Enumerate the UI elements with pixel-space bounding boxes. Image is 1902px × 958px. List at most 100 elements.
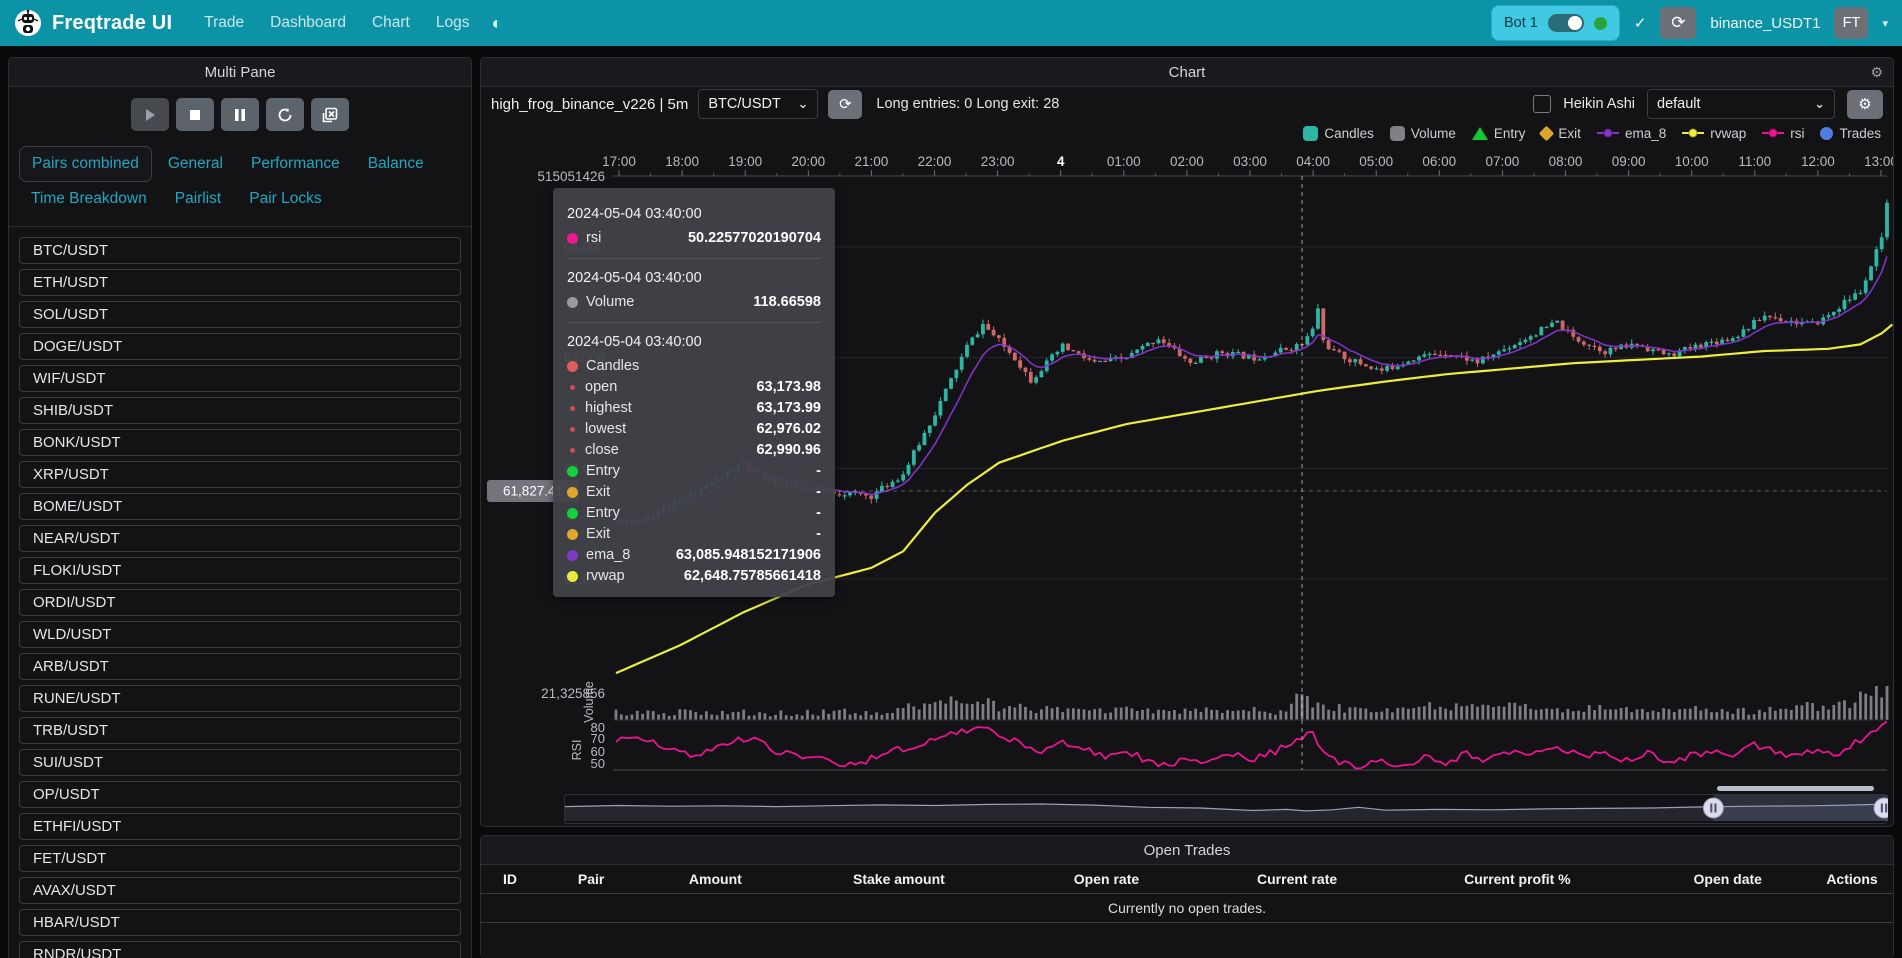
tooltip-series-value: -	[816, 503, 821, 524]
tab-time-breakdown[interactable]: Time Breakdown	[19, 182, 159, 216]
pair-item-avax-usdt[interactable]: AVAX/USDT	[19, 877, 461, 904]
legend-marker-line	[1597, 132, 1619, 134]
pair-item-xrp-usdt[interactable]: XRP/USDT	[19, 461, 461, 488]
series-dot-icon	[570, 406, 575, 411]
chart-refresh-button[interactable]: ⟳	[828, 90, 862, 119]
pair-item-rune-usdt[interactable]: RUNE/USDT	[19, 685, 461, 712]
column-header-current-profit-%[interactable]: Current profit %	[1390, 871, 1644, 887]
legend-marker-square	[1390, 126, 1405, 141]
reload-bot-button[interactable]: ⟳	[1660, 7, 1696, 39]
tooltip-section: 2024-05-04 03:40:00Volume118.66598	[567, 258, 821, 313]
tooltip-series-label: rsi	[586, 228, 601, 249]
tab-balance[interactable]: Balance	[356, 147, 436, 181]
bot-status-dot	[1594, 17, 1607, 30]
pair-item-btc-usdt[interactable]: BTC/USDT	[19, 237, 461, 264]
legend-rvwap[interactable]: rvwap	[1682, 126, 1746, 141]
tooltip-series-label: Volume	[586, 292, 634, 313]
pair-item-ethfi-usdt[interactable]: ETHFI/USDT	[19, 813, 461, 840]
brand[interactable]: Freqtrade UI	[14, 9, 172, 37]
nav-item-trade[interactable]: Trade	[204, 14, 244, 32]
sidebar-tabs: Pairs combinedGeneralPerformanceBalance …	[9, 140, 471, 218]
open-trades-header: Open Trades	[481, 836, 1893, 865]
heikin-ashi-checkbox[interactable]	[1533, 95, 1551, 113]
chevron-down-icon: ⌄	[797, 96, 808, 112]
svg-text:10:00: 10:00	[1675, 154, 1709, 169]
pair-item-ordi-usdt[interactable]: ORDI/USDT	[19, 589, 461, 616]
tooltip-series-value: -	[816, 482, 821, 503]
tooltip-row: Candles	[567, 356, 821, 377]
legend-label: rvwap	[1710, 126, 1746, 141]
zoom-scroll-thumb[interactable]	[1717, 786, 1874, 791]
play-button[interactable]	[131, 98, 169, 131]
column-header-pair[interactable]: Pair	[540, 871, 642, 887]
refresh-icon: ⟳	[839, 95, 852, 113]
legend-rsi[interactable]: rsi	[1762, 126, 1804, 141]
tab-performance[interactable]: Performance	[239, 147, 352, 181]
column-header-open-date[interactable]: Open date	[1644, 871, 1811, 887]
avatar[interactable]: FT	[1834, 7, 1868, 39]
pair-item-rndr-usdt[interactable]: RNDR/USDT	[19, 941, 461, 958]
plot-config-select[interactable]: default ⌄	[1647, 89, 1835, 119]
pair-item-arb-usdt[interactable]: ARB/USDT	[19, 653, 461, 680]
close-multipane-button[interactable]	[311, 98, 349, 131]
pair-item-bome-usdt[interactable]: BOME/USDT	[19, 493, 461, 520]
legend-label: Trades	[1839, 126, 1881, 141]
column-header-actions[interactable]: Actions	[1811, 871, 1893, 887]
pair-item-bonk-usdt[interactable]: BONK/USDT	[19, 429, 461, 456]
bot-toggle[interactable]	[1548, 14, 1584, 32]
panel-gear-icon[interactable]: ⚙	[1870, 64, 1883, 81]
pair-item-eth-usdt[interactable]: ETH/USDT	[19, 269, 461, 296]
zoom-slider[interactable]	[564, 794, 1887, 824]
pair-item-fet-usdt[interactable]: FET/USDT	[19, 845, 461, 872]
column-header-id[interactable]: ID	[481, 871, 540, 887]
nav-item-logs[interactable]: Logs	[436, 14, 470, 32]
tab-pair-locks[interactable]: Pair Locks	[237, 182, 333, 216]
legend-candles[interactable]: Candles	[1303, 126, 1374, 141]
pair-item-hbar-usdt[interactable]: HBAR/USDT	[19, 909, 461, 936]
nav-item-dashboard[interactable]: Dashboard	[270, 14, 346, 32]
pair-item-op-usdt[interactable]: OP/USDT	[19, 781, 461, 808]
pair-item-floki-usdt[interactable]: FLOKI/USDT	[19, 557, 461, 584]
open-trades-panel: Open Trades IDPairAmountStake amountOpen…	[480, 835, 1894, 958]
column-header-open-rate[interactable]: Open rate	[1009, 871, 1204, 887]
pair-item-wld-usdt[interactable]: WLD/USDT	[19, 621, 461, 648]
tab-general[interactable]: General	[156, 147, 235, 181]
chevron-down-icon[interactable]: ▾	[1882, 17, 1888, 30]
tooltip-row: Entry -	[567, 503, 821, 524]
legend-volume[interactable]: Volume	[1390, 126, 1456, 141]
pair-item-trb-usdt[interactable]: TRB/USDT	[19, 717, 461, 744]
column-header-amount[interactable]: Amount	[642, 871, 789, 887]
stop-icon	[189, 109, 201, 121]
legend-exit[interactable]: Exit	[1541, 126, 1581, 141]
legend-label: Entry	[1494, 126, 1526, 141]
tooltip-row: Exit-	[567, 524, 821, 545]
reload-button[interactable]	[266, 98, 304, 131]
tooltip-series-label: Entry	[586, 503, 620, 524]
legend-label: ema_8	[1625, 126, 1666, 141]
tab-pairlist[interactable]: Pairlist	[163, 182, 234, 216]
series-dot-icon	[570, 385, 575, 390]
tabs-row-2: Time BreakdownPairlistPair Locks	[19, 182, 461, 216]
bot-selector[interactable]: Bot 1	[1491, 5, 1620, 41]
pair-item-shib-usdt[interactable]: SHIB/USDT	[19, 397, 461, 424]
nav-item-chart[interactable]: Chart	[372, 14, 410, 32]
column-header-current-rate[interactable]: Current rate	[1204, 871, 1390, 887]
theme-toggle-icon[interactable]: ◐	[491, 13, 502, 34]
pair-item-sol-usdt[interactable]: SOL/USDT	[19, 301, 461, 328]
column-header-stake-amount[interactable]: Stake amount	[789, 871, 1009, 887]
pair-item-sui-usdt[interactable]: SUI/USDT	[19, 749, 461, 776]
tooltip-series-label: highest	[585, 398, 632, 419]
stop-button[interactable]	[176, 98, 214, 131]
plot-settings-button[interactable]: ⚙	[1847, 90, 1883, 119]
legend-ema_8[interactable]: ema_8	[1597, 126, 1666, 141]
pause-button[interactable]	[221, 98, 259, 131]
pair-item-doge-usdt[interactable]: DOGE/USDT	[19, 333, 461, 360]
tab-pairs-combined[interactable]: Pairs combined	[19, 146, 152, 182]
pair-select[interactable]: BTC/USDT ⌄	[698, 89, 818, 119]
playback-controls	[9, 87, 471, 140]
legend-marker-diamond	[1539, 125, 1555, 141]
pair-item-near-usdt[interactable]: NEAR/USDT	[19, 525, 461, 552]
pair-item-wif-usdt[interactable]: WIF/USDT	[19, 365, 461, 392]
legend-trades[interactable]: Trades	[1820, 126, 1881, 141]
legend-entry[interactable]: Entry	[1472, 126, 1526, 141]
